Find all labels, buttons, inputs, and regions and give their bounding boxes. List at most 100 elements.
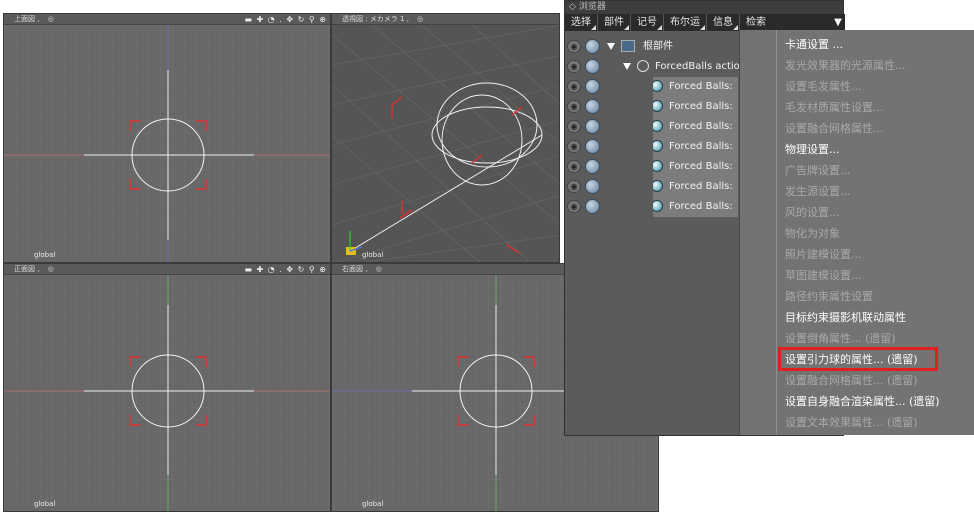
sphere-icon bbox=[653, 140, 663, 152]
sphere-icon bbox=[653, 160, 663, 172]
browser-menubar: 选择 部件 记号 布尔运 信息 检索 ▼ bbox=[565, 14, 845, 31]
render-ball-icon[interactable] bbox=[585, 59, 600, 74]
render-ball-icon[interactable] bbox=[585, 159, 600, 174]
scene-tree: ◉ 根部件 ◉ ForcedBalls actio ◉ Forced Balls:… bbox=[565, 37, 740, 217]
tree-label: Forced Balls: bbox=[669, 141, 733, 152]
menu-item-bevel-legacy: 设置倒角属性... (遗留) bbox=[785, 332, 896, 345]
tree-label: Forced Balls: bbox=[669, 181, 733, 192]
tree-row-child[interactable]: ◉ Forced Balls: bbox=[565, 177, 740, 197]
menu-item-physics-settings[interactable]: 物理设置... bbox=[785, 141, 840, 159]
menu-item-path-constraint: 路径约束属性设置 bbox=[785, 290, 873, 303]
eye-icon[interactable]: ◉ bbox=[567, 80, 581, 93]
tree-row-child[interactable]: ◉ Forced Balls: bbox=[565, 157, 740, 177]
forced-balls-icon bbox=[637, 60, 649, 72]
menu-info[interactable]: 信息 bbox=[707, 14, 740, 31]
eye-icon[interactable]: ◉ bbox=[567, 60, 581, 73]
menu-item-cartoon-settings[interactable]: 卡通设置 ... bbox=[785, 36, 843, 54]
dropdown-arrow-icon[interactable]: ▼ bbox=[831, 14, 845, 31]
context-menu: 卡通设置 ... 发光效果器的光源属性... 设置毛发属性... 毛发材质属性设… bbox=[739, 30, 974, 435]
menu-item-billboard: 广告牌设置... bbox=[785, 164, 851, 177]
sphere-icon bbox=[653, 120, 663, 132]
eye-icon[interactable]: ◉ bbox=[567, 120, 581, 133]
sphere-icon bbox=[653, 180, 663, 192]
viewport-target-icon[interactable]: ◎ bbox=[48, 14, 54, 25]
coord-label: global bbox=[34, 251, 56, 259]
sphere-icon bbox=[653, 100, 663, 112]
coord-label: global bbox=[362, 500, 384, 508]
viewport-front[interactable]: 正面図 , ◎ ▬ ✚ ◔ . ✥ ↻ ⚲ ⊕ global bbox=[3, 263, 331, 512]
viewport-tools[interactable]: ▬ ✚ ◔ . ✥ ↻ ⚲ ⊕ bbox=[244, 14, 327, 25]
tree-row-root[interactable]: ◉ 根部件 bbox=[565, 37, 740, 57]
viewport-title: 上面図 , bbox=[14, 15, 40, 23]
eye-icon[interactable]: ◉ bbox=[567, 200, 581, 213]
menu-mark[interactable]: 记号 bbox=[631, 14, 664, 31]
menu-item-sketch-modeling: 草图建模设置... bbox=[785, 269, 862, 282]
tree-label: 根部件 bbox=[643, 41, 673, 52]
tree-row-child[interactable]: ◉ Forced Balls: bbox=[565, 77, 740, 97]
eye-icon[interactable]: ◉ bbox=[567, 140, 581, 153]
tree-label: Forced Balls: bbox=[669, 201, 733, 212]
perspective-canvas bbox=[332, 25, 559, 262]
sphere-icon bbox=[653, 80, 663, 92]
sphere-icon bbox=[653, 200, 663, 212]
render-ball-icon[interactable] bbox=[585, 39, 600, 54]
menu-select[interactable]: 选择 bbox=[565, 14, 598, 31]
eye-icon[interactable]: ◉ bbox=[567, 180, 581, 193]
viewport-target-icon[interactable]: ◎ bbox=[48, 264, 54, 275]
browser-titlebar: ◇ 浏览器 bbox=[565, 1, 843, 14]
menu-item-text-effect-legacy: 设置文本效果属性... (遗留) bbox=[785, 416, 918, 429]
expand-triangle-icon[interactable] bbox=[607, 42, 615, 50]
eye-icon[interactable]: ◉ bbox=[567, 160, 581, 173]
eye-icon[interactable]: ◉ bbox=[567, 40, 581, 53]
expand-triangle-icon[interactable] bbox=[623, 62, 631, 70]
menu-item-wind: 风的设置... bbox=[785, 206, 840, 219]
tree-label: Forced Balls: bbox=[669, 81, 733, 92]
menu-item-hair-material: 毛发材质属性设置... bbox=[785, 101, 884, 114]
viewport-perspective[interactable]: 透視図 : メカメラ 1 , ◎ global bbox=[331, 13, 560, 263]
browser-title: 浏览器 bbox=[578, 2, 606, 12]
render-ball-icon[interactable] bbox=[585, 179, 600, 194]
render-ball-icon[interactable] bbox=[585, 199, 600, 214]
render-ball-icon[interactable] bbox=[585, 119, 600, 134]
menu-part[interactable]: 部件 bbox=[598, 14, 631, 31]
menu-item-hair-props: 设置毛发属性... bbox=[785, 80, 862, 93]
highlight-box bbox=[778, 347, 938, 371]
viewport-header: 透視図 : メカメラ 1 , ◎ bbox=[332, 14, 559, 25]
menu-item-glow-light: 发光效果器的光源属性... bbox=[785, 59, 906, 72]
viewport-target-icon[interactable]: ◎ bbox=[376, 264, 382, 275]
menu-item-self-fusion-legacy[interactable]: 设置自身融合渲染属性... (遗留) bbox=[785, 393, 940, 411]
tree-row-child[interactable]: ◉ Forced Balls: bbox=[565, 197, 740, 217]
menu-item-emitter: 发生源设置... bbox=[785, 185, 851, 198]
viewport-target-icon[interactable]: ◎ bbox=[417, 14, 423, 25]
viewport-title: 正面図 , bbox=[14, 265, 40, 273]
tree-row-action[interactable]: ◉ ForcedBalls actio bbox=[565, 57, 740, 77]
menu-item-metaball-props: 设置融合网格属性... bbox=[785, 122, 884, 135]
tree-row-child[interactable]: ◉ Forced Balls: bbox=[565, 137, 740, 157]
menu-separator bbox=[776, 30, 777, 435]
coord-label: global bbox=[362, 251, 384, 259]
front-view-canvas bbox=[4, 275, 330, 511]
render-ball-icon[interactable] bbox=[585, 99, 600, 114]
menu-item-materialize: 物化为对象 bbox=[785, 227, 840, 240]
top-view-canvas bbox=[4, 25, 330, 262]
menu-search[interactable]: 检索 bbox=[740, 14, 772, 31]
viewport-title: 右面図 , bbox=[342, 265, 368, 273]
part-icon bbox=[621, 40, 635, 52]
tree-label: Forced Balls: bbox=[669, 101, 733, 112]
viewport-tools[interactable]: ▬ ✚ ◔ . ✥ ↻ ⚲ ⊕ bbox=[244, 264, 327, 275]
tree-label: Forced Balls: bbox=[669, 161, 733, 172]
tree-row-child[interactable]: ◉ Forced Balls: bbox=[565, 117, 740, 137]
tree-label: ForcedBalls actio bbox=[655, 61, 740, 72]
eye-icon[interactable]: ◉ bbox=[567, 100, 581, 113]
menu-item-target-constraint[interactable]: 目标约束摄影机联动属性 bbox=[785, 309, 906, 327]
tree-label: Forced Balls: bbox=[669, 121, 733, 132]
render-ball-icon[interactable] bbox=[585, 79, 600, 94]
menu-boolean[interactable]: 布尔运 bbox=[664, 14, 707, 31]
render-ball-icon[interactable] bbox=[585, 139, 600, 154]
collapse-diamond-icon[interactable]: ◇ bbox=[569, 1, 576, 14]
coord-label: global bbox=[34, 500, 56, 508]
menu-item-photo-modeling: 照片建模设置... bbox=[785, 248, 862, 261]
tree-row-child[interactable]: ◉ Forced Balls: bbox=[565, 97, 740, 117]
viewport-top[interactable]: 上面図 , ◎ ▬ ✚ ◔ . ✥ ↻ ⚲ ⊕ global bbox=[3, 13, 331, 263]
viewport-title: 透視図 : メカメラ 1 , bbox=[342, 15, 409, 23]
